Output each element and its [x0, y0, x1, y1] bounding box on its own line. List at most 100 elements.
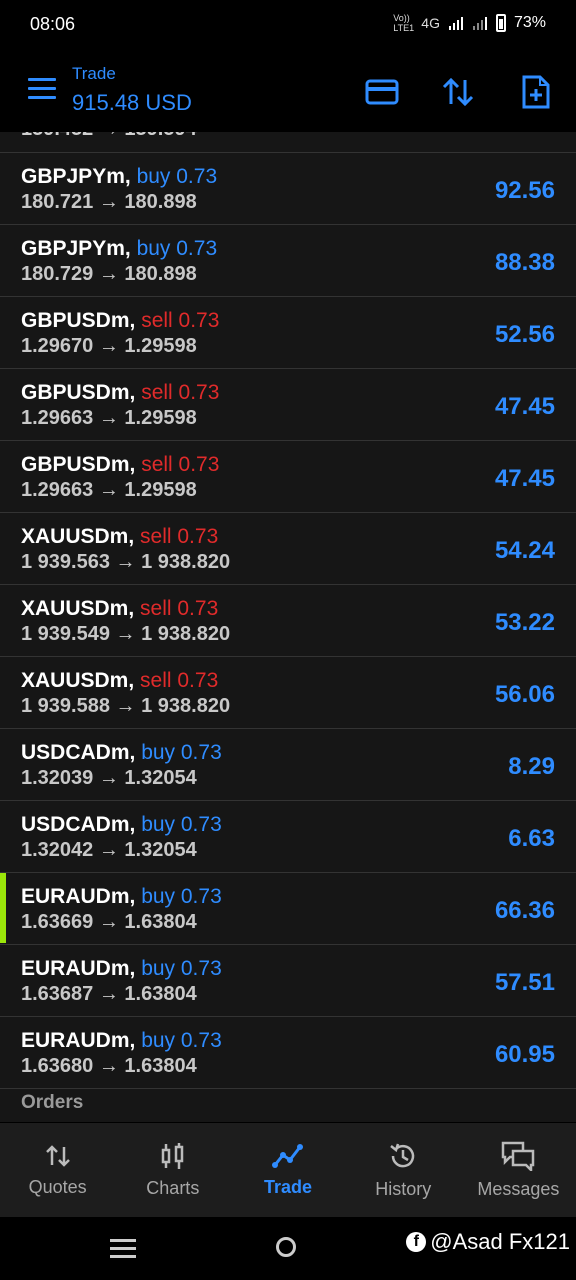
- position-symbol: EURAUDm, buy 0.73: [21, 957, 222, 981]
- position-prices: 1.63669 → 1.63804: [21, 911, 197, 933]
- position-prices: 1.29670 → 1.29598: [21, 335, 197, 357]
- position-type: buy 0.73: [141, 1029, 222, 1052]
- tab-charts[interactable]: Charts: [115, 1123, 230, 1217]
- position-type: buy 0.73: [136, 165, 218, 188]
- position-type: buy 0.73: [141, 885, 222, 908]
- tab-messages-label: Messages: [477, 1178, 560, 1199]
- position-symbol: USDCADm, buy 0.73: [21, 813, 222, 837]
- position-symbol: EURAUDm, buy 0.73: [21, 885, 222, 909]
- position-prices: 1 939.549 → 1 938.820: [21, 623, 231, 645]
- tab-trade-label: Trade: [263, 1176, 313, 1197]
- tab-trade[interactable]: Trade: [230, 1123, 345, 1217]
- positions-list[interactable]: 139.432 → 139.594 GBPJPYm, buy 0.73180.7…: [0, 132, 576, 1122]
- position-type: buy 0.73: [141, 957, 222, 980]
- position-prices: 1 939.588 → 1 938.820: [21, 695, 231, 717]
- position-row[interactable]: XAUUSDm, sell 0.73 1 939.588 → 1 938.820 5…: [0, 656, 576, 727]
- position-row[interactable]: GBPUSDm, sell 0.73 1.29663 → 1.29598 47.45: [0, 440, 576, 511]
- position-row[interactable]: EURAUDm, buy 0.73 1.63687 → 1.63804 57.51: [0, 944, 576, 1015]
- symbol-name: GBPJPYm,: [21, 237, 131, 260]
- position-row[interactable]: GBPUSDm, sell 0.73 1.29670 → 1.29598 52.56: [0, 296, 576, 367]
- position-symbol: GBPUSDm, sell 0.73: [21, 453, 219, 477]
- menu-icon[interactable]: [28, 78, 56, 100]
- position-type: sell 0.73: [140, 525, 219, 548]
- position-prices: 1.29663 → 1.29598: [21, 407, 197, 429]
- status-bar: 08:06 Vo)) LTE1 4G 73%: [0, 0, 576, 48]
- card-icon[interactable]: [364, 74, 400, 110]
- position-prices: 180.729 → 180.898: [21, 263, 197, 285]
- list-divider: [0, 1088, 576, 1089]
- position-profit: 88.38: [494, 249, 555, 276]
- position-profit: 6.63: [508, 825, 555, 852]
- tab-charts-label: Charts: [146, 1177, 200, 1198]
- position-symbol: EURAUDm, buy 0.73: [21, 1029, 222, 1053]
- quotes-icon: [45, 1144, 70, 1167]
- position-row[interactable]: GBPUSDm, sell 0.73 1.29663 → 1.29598 47.45: [0, 368, 576, 439]
- position-symbol: XAUUSDm, sell 0.73: [21, 597, 218, 621]
- trade-icon: [272, 1143, 303, 1168]
- symbol-name: USDCADm,: [21, 741, 136, 764]
- volte-icon: Vo)) LTE1: [393, 13, 415, 33]
- symbol-name: XAUUSDm,: [21, 669, 135, 692]
- history-icon: [390, 1143, 415, 1167]
- position-row[interactable]: EURAUDm, buy 0.73 1.63669 → 1.63804 66.36: [0, 872, 576, 943]
- facebook-icon: f: [406, 1232, 427, 1252]
- position-type: sell 0.73: [140, 669, 219, 692]
- position-prices: 1 939.563 → 1 938.820: [21, 551, 231, 573]
- position-row[interactable]: USDCADm, buy 0.73 1.32042 → 1.32054 6.63: [0, 800, 576, 871]
- position-prices: 1.63687 → 1.63804: [21, 983, 197, 1005]
- position-type: sell 0.73: [141, 381, 220, 404]
- status-time: 08:06: [30, 14, 76, 34]
- symbol-name: EURAUDm,: [21, 1029, 136, 1052]
- position-row[interactable]: EURAUDm, buy 0.73 1.63680 → 1.63804 60.95: [0, 1016, 576, 1087]
- position-prices: 180.721 → 180.898: [21, 191, 197, 213]
- tab-history[interactable]: History: [346, 1123, 461, 1217]
- battery-level: 73%: [513, 14, 546, 31]
- position-profit: 54.24: [494, 537, 555, 564]
- position-symbol: GBPUSDm, sell 0.73: [21, 381, 219, 405]
- position-profit: 56.06: [494, 681, 555, 708]
- position-profit: 52.56: [494, 321, 555, 348]
- status-icons: Vo)) LTE1 4G 73%: [393, 13, 546, 33]
- home-icon[interactable]: [276, 1237, 296, 1257]
- position-prices: 1.32039 → 1.32054: [21, 767, 197, 789]
- battery-icon: [495, 14, 506, 32]
- bottom-tab-bar: Quotes Charts Trade History Messages: [0, 1123, 576, 1217]
- sort-icon[interactable]: [440, 74, 476, 110]
- signal-icon: [448, 17, 463, 30]
- position-symbol: XAUUSDm, sell 0.73: [21, 669, 218, 693]
- position-profit: 66.36: [494, 897, 555, 924]
- position-type: buy 0.73: [141, 741, 222, 764]
- position-profit: 8.29: [508, 753, 555, 780]
- signal-icon-2: [472, 17, 487, 30]
- selected-row-marker: [0, 873, 6, 943]
- symbol-name: GBPUSDm,: [21, 381, 136, 404]
- tab-quotes[interactable]: Quotes: [0, 1123, 115, 1217]
- position-type: buy 0.73: [141, 813, 222, 836]
- app-header: Trade 915.48 USD: [0, 48, 576, 132]
- new-order-icon[interactable]: [518, 74, 554, 110]
- network-type-label: 4G: [421, 15, 440, 31]
- position-symbol: GBPJPYm, buy 0.73: [21, 237, 217, 261]
- position-prices: 1.29663 → 1.29598: [21, 479, 197, 501]
- position-profit: 53.22: [494, 609, 555, 636]
- recent-apps-icon[interactable]: [110, 1239, 136, 1259]
- messages-icon: [502, 1141, 535, 1171]
- tab-messages[interactable]: Messages: [461, 1123, 576, 1217]
- position-row[interactable]: XAUUSDm, sell 0.73 1 939.549 → 1 938.820 5…: [0, 584, 576, 655]
- position-row[interactable]: GBPJPYm, buy 0.73 180.729 → 180.898 88.38: [0, 224, 576, 295]
- position-row[interactable]: XAUUSDm, sell 0.73 1 939.563 → 1 938.820 5…: [0, 512, 576, 583]
- symbol-name: GBPUSDm,: [21, 309, 136, 332]
- position-prices: 1.63680 → 1.63804: [21, 1055, 197, 1077]
- charts-icon: [161, 1142, 184, 1169]
- position-symbol: GBPUSDm, sell 0.73: [21, 309, 219, 333]
- symbol-name: XAUUSDm,: [21, 597, 135, 620]
- position-row[interactable]: GBPJPYm, buy 0.73 180.721 → 180.898 92.56: [0, 152, 576, 223]
- symbol-name: EURAUDm,: [21, 957, 136, 980]
- tab-history-label: History: [375, 1178, 432, 1199]
- symbol-name: USDCADm,: [21, 813, 136, 836]
- position-symbol: XAUUSDm, sell 0.73: [21, 525, 218, 549]
- position-row[interactable]: USDCADm, buy 0.73 1.32039 → 1.32054 8.29: [0, 728, 576, 799]
- orders-section-label: Orders: [21, 1092, 84, 1113]
- symbol-name: EURAUDm,: [21, 885, 136, 908]
- page-title: Trade: [72, 64, 116, 83]
